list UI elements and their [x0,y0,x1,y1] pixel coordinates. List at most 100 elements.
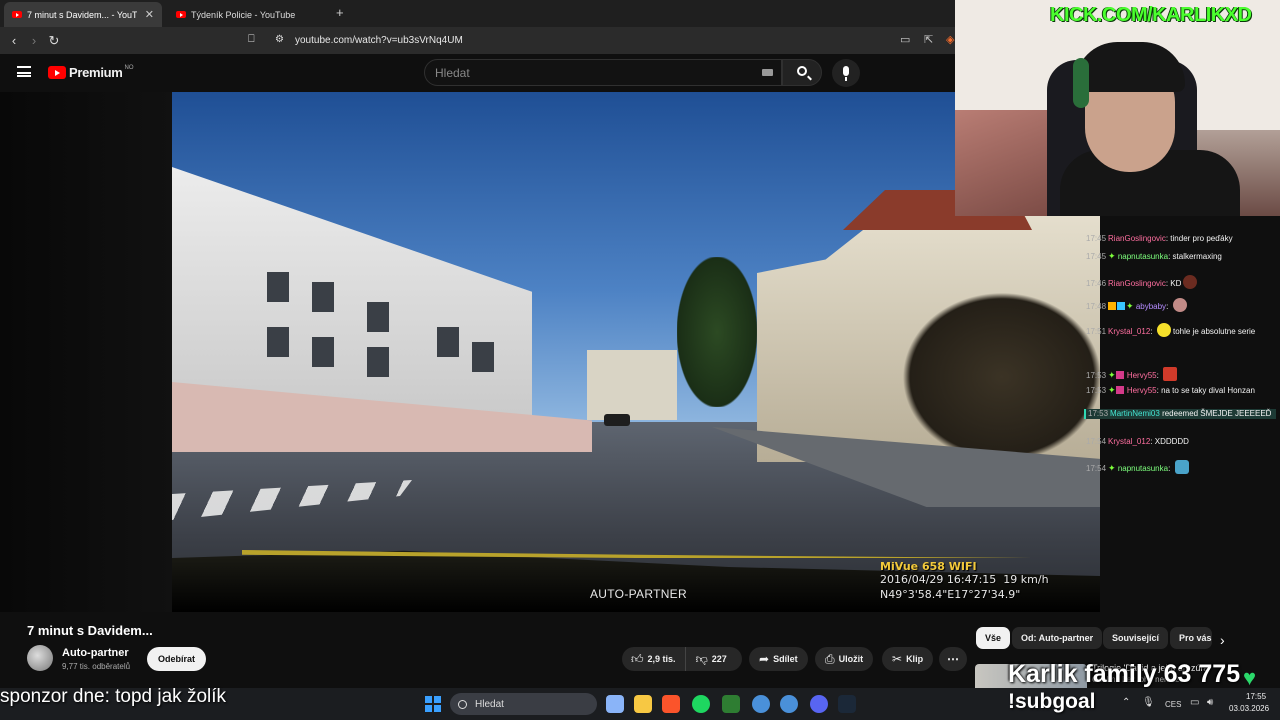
tray-expand-icon[interactable]: ⌃ [1122,697,1130,708]
chat-message: 17:45 RianGoslingovic: tinder pro peďáky [1086,234,1233,243]
sub-badge-icon: ✦ [1108,251,1116,261]
sponsor-banner: sponzor dne: topd jak žolík [0,686,227,707]
chat-text: XDDDDD [1154,437,1189,446]
chat-username: RianGoslingovic [1108,234,1166,243]
heart-icon: ♥ [1243,665,1257,690]
ccleaner-alt-icon[interactable] [780,695,798,713]
ccleaner-icon[interactable] [752,695,770,713]
spotify-icon[interactable] [692,695,710,713]
chevron-right-icon[interactable]: › [1220,632,1225,648]
brave-shield-icon[interactable]: ◈ [946,33,954,46]
voice-search-mic-icon[interactable] [832,59,860,87]
share-arrow-icon: ➦ [759,652,770,666]
brave-browser-icon[interactable] [662,695,680,713]
volume-icon[interactable]: 🔊︎ [1207,697,1213,708]
reload-icon[interactable]: ↻ [44,33,64,49]
chat-redemption: 17:53 MartinNemi03 redeemed ŠMEJDE JEEEEE… [1084,409,1276,419]
browser-tab[interactable]: Týdeník Policie - YouTube [168,2,326,27]
save-button[interactable]: ⎙ Uložit [815,647,874,671]
youtube-premium-logo[interactable]: Premium NO [48,65,134,80]
share-button[interactable]: ➦ Sdílet [749,647,808,671]
chat-text: tinder pro peďáky [1170,234,1233,243]
bookmark-icon[interactable]: ⎕ [248,33,255,46]
back-icon[interactable]: ‹ [4,33,24,48]
network-icon[interactable]: ▭ [1190,697,1199,708]
address-bar: ‹ › ↻ ⎕ ⚙ youtube.com/watch?v=ub3sVrNq4U… [0,27,955,54]
new-tab-plus-icon[interactable]: + [336,5,344,20]
clock-date[interactable]: 03.03.2026 [1229,704,1269,713]
dislike-button[interactable]: 👎︎ 227 [686,647,737,671]
logo-country-code: NO [124,64,134,71]
microphone-tray-icon[interactable]: 🎙︎ [1142,697,1155,708]
chat-emote-icon [1174,460,1189,474]
keyboard-icon[interactable] [762,69,773,76]
steam-icon[interactable] [838,695,856,713]
stream-chat-overlay: 17:45 RianGoslingovic: tinder pro peďáky … [1082,229,1280,479]
chat-message: 17:54 Krystal_012: XDDDDD [1086,437,1189,446]
like-count: 2,9 tis. [647,654,676,664]
video-player[interactable]: MiVue 658 WIFI 2016/04/29 16:47:15 19 km… [0,92,1100,612]
chat-emote-icon [1183,275,1198,289]
share-page-icon[interactable]: ⇱ [924,33,933,46]
chat-username: Hervy55 [1126,386,1157,395]
chat-message: 17:46 RianGoslingovic: KD [1086,275,1278,289]
chip-all[interactable]: Vše [976,627,1011,649]
chat-username: Krystal_012 [1108,437,1151,446]
chat-username: RianGoslingovic [1108,279,1166,288]
more-actions-button[interactable]: ⋯ [939,647,967,671]
chat-message: 17:53 ✦ Hervy55: na to se taky dival Honz… [1086,385,1255,395]
chat-username: MartinNemi03 [1110,409,1160,418]
dislike-count: 227 [711,654,727,664]
search-icon [458,699,467,709]
hamburger-menu-icon[interactable] [17,66,31,77]
channel-subscriber-count: 9,77 tis. odběratelů [62,662,131,671]
family-counter: Karlik family 63 775 [1008,660,1241,688]
language-indicator[interactable]: CES [1165,700,1181,709]
chat-message: 17:51 Krystal_012: tohle je absolutne ser… [1086,323,1278,337]
grid-badge-icon [1117,302,1126,310]
browser-tab-active[interactable]: 7 minut s Davidem... - YouTube ✕ [4,2,162,27]
tab-label: Týdeník Policie - YouTube [191,9,296,20]
file-explorer-icon[interactable] [634,695,652,713]
like-dislike-group: 👍︎ 2,9 tis. 👎︎ 227 [622,647,742,671]
chat-text: redeemed ŠMEJDE JEEEEEĎ [1162,409,1272,418]
thumbs-down-icon: 👎︎ [695,651,708,666]
channel-name[interactable]: Auto-partner [62,647,129,659]
chat-message: 17:48 ✦ abybaby: [1086,298,1278,312]
dashcam-gps: N49°3'58.4"E17°27'34.9" [880,588,1021,601]
like-button[interactable]: 👍︎ 2,9 tis. [622,647,686,671]
chat-emote-icon [1156,323,1171,337]
bookmark-save-icon: ⎙ [825,651,835,666]
chat-text: KD [1170,279,1182,288]
forward-icon[interactable]: › [24,33,44,48]
task-view-icon[interactable] [606,695,624,713]
app-icon[interactable] [722,695,740,713]
subscribe-button[interactable]: Odebírat [147,647,207,671]
chat-username: Krystal_012 [1108,327,1151,336]
search-box [424,59,782,86]
youtube-favicon-icon [12,11,22,18]
tab-close-icon[interactable]: ✕ [145,8,154,21]
clock-time[interactable]: 17:55 [1246,692,1266,701]
taskbar-search[interactable]: Hledat [450,693,597,715]
chat-text: stalkermaxing [1172,252,1222,261]
search-input[interactable] [425,60,745,86]
chip-related[interactable]: Související [1103,627,1169,649]
dashcam-model-label: MiVue 658 WIFI [880,560,977,573]
chip-from-channel[interactable]: Od: Auto-partner [1012,627,1103,649]
channel-avatar[interactable] [27,645,53,671]
chat-emote-icon [1172,298,1187,312]
streamer-webcam: KICK.COM/KARLIKXD [955,0,1280,216]
browser-tab-bar: 7 minut s Davidem... - YouTube ✕ Týdeník… [0,0,955,27]
subgoal-label: !subgoal [1008,690,1096,713]
scissors-icon: ✂ [892,652,903,666]
discord-icon[interactable] [810,695,828,713]
windows-start-icon[interactable] [425,696,441,712]
site-info-icon[interactable]: ⚙ [275,34,284,45]
search-button[interactable] [782,59,822,86]
url-field[interactable]: youtube.com/watch?v=ub3sVrNq4UM [295,35,463,46]
clip-button[interactable]: ✂ Klip [882,647,934,671]
cast-icon[interactable]: ▭ [900,33,910,46]
chip-for-you[interactable]: Pro vás [1170,627,1212,649]
youtube-play-logo-icon [48,66,66,79]
